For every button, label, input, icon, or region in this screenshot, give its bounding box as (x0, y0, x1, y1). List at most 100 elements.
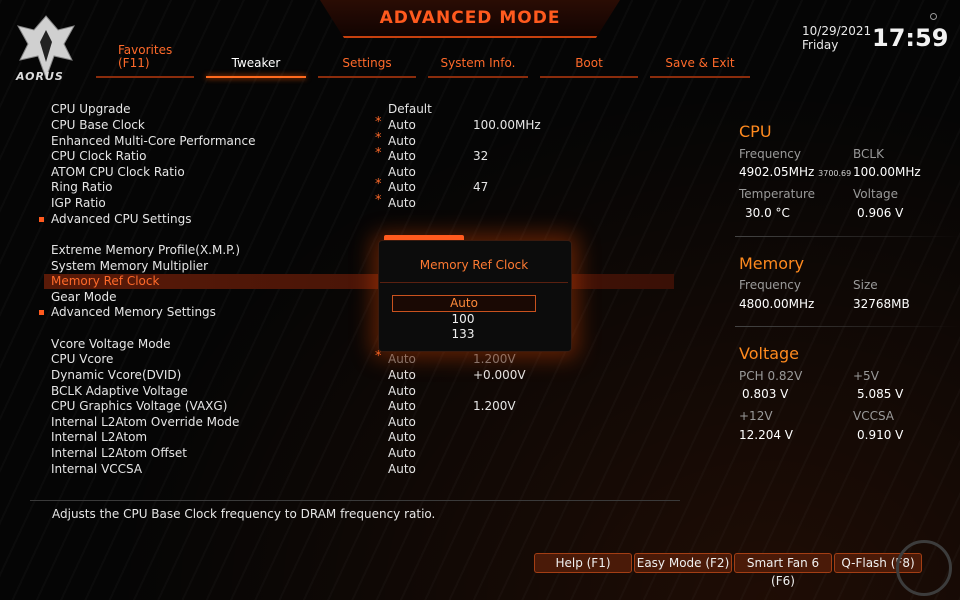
cpu-voltage-value: 0.906 V (857, 206, 904, 220)
popup-option-100[interactable]: 100 (392, 312, 534, 327)
cpu-section-title: CPU (739, 122, 772, 141)
setting-name: Advanced CPU Settings (51, 212, 192, 226)
setting-gear-mode[interactable]: Gear Mode (44, 290, 674, 305)
setting-name: Advanced Memory Settings (51, 305, 216, 319)
setting-l2atom[interactable]: Internal L2Atom Auto (44, 430, 674, 445)
setting-name: Internal L2Atom Offset (51, 446, 187, 460)
setting-ring-ratio[interactable]: Ring Ratio * Auto 47 (44, 177, 674, 195)
smart-fan-button[interactable]: Smart Fan 6 (F6) (734, 553, 832, 588)
setting-vaxg[interactable]: CPU Graphics Voltage (VAXG) Auto 1.200V (44, 399, 674, 414)
setting-value: Auto (388, 399, 416, 413)
popup-divider (380, 282, 568, 283)
submenu-bullet-icon (39, 217, 44, 222)
setting-memory-multiplier[interactable]: System Memory Multiplier (44, 259, 674, 274)
setting-l2atom-offset[interactable]: Internal L2Atom Offset Auto (44, 446, 674, 461)
setting-igp-ratio[interactable]: IGP Ratio * Auto (44, 193, 674, 211)
setting-memory-ref-clock[interactable]: Memory Ref Clock (44, 274, 674, 289)
tab-settings[interactable]: Settings (318, 44, 416, 78)
tab-label: Favorites (F11) (118, 43, 173, 70)
brand-logo: AORUS (16, 70, 64, 83)
setting-value: Auto (388, 352, 416, 366)
setting-name: Enhanced Multi-Core Performance (51, 134, 256, 148)
easy-mode-button[interactable]: Easy Mode (F2) (634, 553, 732, 573)
cpu-voltage-label: Voltage (853, 187, 899, 201)
submenu-advanced-cpu[interactable]: Advanced CPU Settings (39, 212, 674, 227)
setting-value: Auto (388, 368, 416, 382)
setting-current: 100.00MHz (473, 118, 541, 132)
v5-label: +5V (853, 369, 879, 383)
date: 10/29/2021 (802, 24, 872, 38)
setting-internal-vccsa[interactable]: Internal VCCSA Auto (44, 462, 674, 477)
setting-name: Vcore Voltage Mode (51, 337, 171, 351)
vccsa-value: 0.910 V (857, 428, 904, 442)
tab-save-exit[interactable]: Save & Exit (650, 44, 750, 78)
memory-size-value: 32768MB (853, 297, 910, 311)
watermark-icon (896, 540, 952, 596)
setting-atom-clock-ratio[interactable]: ATOM CPU Clock Ratio Auto (44, 165, 674, 180)
setting-l2atom-override[interactable]: Internal L2Atom Override Mode Auto (44, 415, 674, 430)
setting-name: Extreme Memory Profile(X.M.P.) (51, 243, 241, 257)
popup-option-auto[interactable]: Auto (392, 295, 536, 312)
v5-value: 5.085 V (857, 387, 904, 401)
setting-name: CPU Vcore (51, 352, 114, 366)
setting-xmp[interactable]: Extreme Memory Profile(X.M.P.) (44, 243, 674, 258)
popup-option-133[interactable]: 133 (392, 327, 534, 342)
setting-name: CPU Base Clock (51, 118, 145, 132)
pch-value: 0.803 V (742, 387, 789, 401)
setting-name: Memory Ref Clock (51, 274, 160, 288)
v12-value: 12.204 V (739, 428, 794, 442)
cpu-frequency: 4902.05MHz (739, 165, 815, 179)
pch-label: PCH 0.82V (739, 369, 803, 383)
cpu-temperature-label: Temperature (739, 187, 816, 201)
section-divider (735, 236, 960, 237)
tab-system-info[interactable]: System Info. (428, 44, 528, 78)
clock: 17:59 (872, 24, 949, 52)
setting-name: Gear Mode (51, 290, 117, 304)
setting-value: Auto (388, 196, 416, 210)
setting-name: Internal L2Atom Override Mode (51, 415, 240, 429)
setting-current: 32 (473, 149, 489, 163)
setting-cpu-upgrade[interactable]: CPU Upgrade Default (44, 102, 674, 117)
setting-dynamic-vcore[interactable]: Dynamic Vcore(DVID) Auto +0.000V (44, 368, 674, 383)
cpu-frequency-label: Frequency (739, 147, 801, 161)
setting-cpu-base-clock[interactable]: CPU Base Clock * Auto 100.00MHz (44, 115, 674, 133)
setting-vcore-mode[interactable]: Vcore Voltage Mode (44, 337, 674, 352)
submenu-advanced-memory[interactable]: Advanced Memory Settings (39, 305, 674, 320)
tab-boot[interactable]: Boot (540, 44, 638, 78)
setting-value: Auto (388, 134, 416, 148)
setting-cpu-clock-ratio[interactable]: CPU Clock Ratio * Auto 32 (44, 146, 674, 164)
setting-name: Ring Ratio (51, 180, 113, 194)
help-divider (30, 500, 680, 501)
popup-accent (384, 235, 464, 240)
help-button[interactable]: Help (F1) (534, 553, 632, 573)
help-text: Adjusts the CPU Base Clock frequency to … (52, 507, 436, 521)
setting-cpu-vcore[interactable]: CPU Vcore * Auto 1.200V (44, 349, 674, 367)
date-display: 10/29/2021 Friday (802, 24, 871, 52)
setting-current: 47 (473, 180, 489, 194)
setting-name: Internal VCCSA (51, 462, 143, 476)
setting-current: 1.200V (473, 399, 516, 413)
tab-label: System Info. (440, 56, 516, 70)
voltage-section-title: Voltage (739, 344, 800, 363)
setting-value: Auto (388, 118, 416, 132)
setting-value: Auto (388, 446, 416, 460)
modified-star-icon: * (375, 131, 382, 146)
tab-tweaker[interactable]: Tweaker (206, 44, 306, 78)
setting-bclk-adaptive[interactable]: BCLK Adaptive Voltage Auto (44, 384, 674, 399)
page-title: ADVANCED MODE (379, 8, 561, 28)
setting-value: Default (388, 102, 432, 116)
setting-name: System Memory Multiplier (51, 259, 209, 273)
modified-star-icon: * (375, 146, 382, 161)
setting-value: Auto (388, 384, 416, 398)
vccsa-label: VCCSA (853, 409, 895, 423)
modified-star-icon: * (375, 193, 382, 208)
setting-value: Auto (388, 180, 416, 194)
submenu-bullet-icon (39, 310, 44, 315)
setting-name: CPU Upgrade (51, 102, 131, 116)
setting-enhanced-multicore[interactable]: Enhanced Multi-Core Performance * Auto (44, 131, 674, 149)
tab-label: Settings (342, 56, 392, 70)
modified-star-icon: * (375, 177, 382, 192)
tab-favorites[interactable]: Favorites (F11) (96, 44, 194, 78)
modified-star-icon: * (375, 115, 382, 130)
setting-name: Internal L2Atom (51, 430, 148, 444)
